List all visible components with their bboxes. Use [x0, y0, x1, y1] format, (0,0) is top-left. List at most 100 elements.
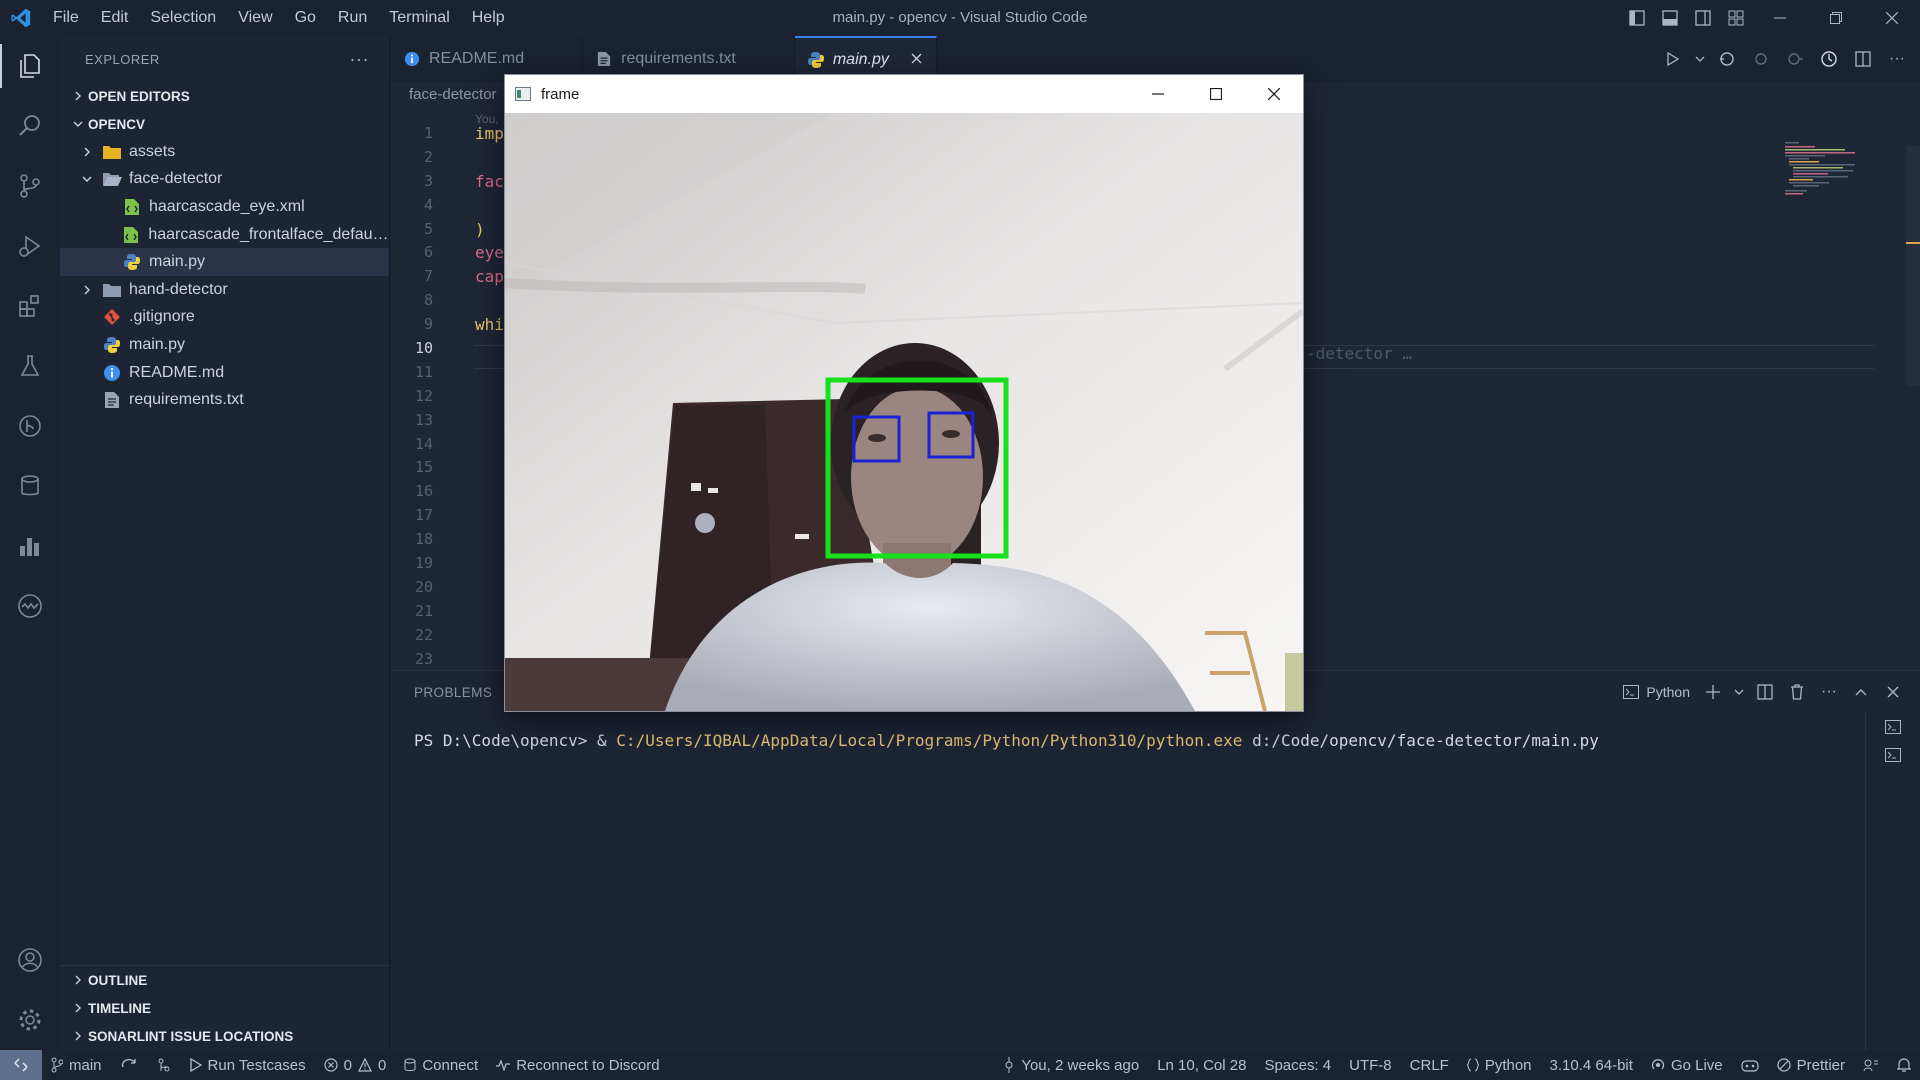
run-python-file-icon[interactable]	[1658, 44, 1688, 74]
menu-help[interactable]: Help	[461, 0, 516, 36]
workspace-root-section[interactable]: OPENCV	[60, 110, 389, 138]
folder-icon	[102, 280, 122, 300]
chevron-down-icon[interactable]	[1692, 44, 1708, 74]
close-panel-icon[interactable]	[1878, 677, 1908, 707]
tree-file[interactable]: .gitignore	[60, 304, 389, 332]
editor-scrollbar[interactable]	[1906, 146, 1920, 386]
menu-run[interactable]: Run	[327, 0, 378, 36]
notifications-bell-icon[interactable]	[1888, 1050, 1920, 1080]
terminal-command-line[interactable]: PS D:\Code\opencv> & C:/Users/IQBAL/AppD…	[414, 731, 1599, 750]
discord-reconnect-button[interactable]: Reconnect to Discord	[487, 1050, 668, 1080]
opencv-frame-window[interactable]: frame	[504, 74, 1304, 712]
git-graph-status-icon[interactable]	[147, 1050, 181, 1080]
tab-problems[interactable]: PROBLEMS	[414, 685, 492, 700]
menu-go[interactable]: Go	[284, 0, 327, 36]
tree-file[interactable]: main.py	[60, 248, 389, 276]
tree-file[interactable]: README.md	[60, 359, 389, 387]
connect-button[interactable]: Connect	[395, 1050, 487, 1080]
language-mode[interactable]: Python	[1458, 1050, 1541, 1080]
live-share-icon[interactable]	[0, 576, 60, 636]
menu-view[interactable]: View	[227, 0, 283, 36]
tree-file[interactable]: haarcascade_eye.xml	[60, 193, 389, 221]
tree-file[interactable]: main.py	[60, 331, 389, 359]
more-actions-icon[interactable]: ···	[1814, 677, 1844, 707]
tree-folder[interactable]: hand-detector	[60, 276, 389, 304]
frame-close-icon[interactable]	[1245, 75, 1303, 113]
cursor-position[interactable]: Ln 10, Col 28	[1148, 1050, 1255, 1080]
restore-window-icon[interactable]	[1808, 0, 1864, 36]
close-window-icon[interactable]	[1864, 0, 1920, 36]
breadcrumb[interactable]: face-detector	[409, 86, 497, 103]
next-change-icon[interactable]	[1780, 44, 1810, 74]
frame-minimize-icon[interactable]	[1129, 75, 1187, 113]
terminal-shell-selector[interactable]: Python	[1617, 677, 1696, 707]
copilot-icon[interactable]	[1732, 1050, 1768, 1080]
indentation[interactable]: Spaces: 4	[1255, 1050, 1340, 1080]
previous-change-icon[interactable]	[1746, 44, 1776, 74]
testing-icon[interactable]	[0, 336, 60, 396]
terminal-instance-icon[interactable]	[1866, 713, 1920, 741]
frame-maximize-icon[interactable]	[1187, 75, 1245, 113]
remote-indicator-icon[interactable]	[0, 1050, 42, 1080]
section-outline[interactable]: OUTLINE	[60, 966, 390, 994]
branch-label: main	[69, 1056, 102, 1074]
close-tab-icon[interactable]	[911, 51, 922, 69]
new-terminal-icon[interactable]	[1698, 677, 1728, 707]
minimap[interactable]	[1785, 140, 1875, 210]
toggle-panel-icon[interactable]	[1653, 0, 1686, 36]
open-editors-section[interactable]: OPEN EDITORS	[60, 82, 389, 110]
title-bar: File Edit Selection View Go Run Terminal Help m…	[0, 0, 1920, 36]
line-number: 13	[414, 410, 433, 429]
go-live-button[interactable]: Go Live	[1642, 1050, 1732, 1080]
sidebar-title: EXPLORER	[85, 51, 160, 67]
source-control-icon[interactable]	[0, 156, 60, 216]
tree-file[interactable]: haarcascade_frontalface_default....	[60, 221, 389, 249]
tree-folder[interactable]: assets	[60, 138, 389, 166]
account-icon[interactable]	[0, 930, 60, 990]
split-terminal-icon[interactable]	[1750, 677, 1780, 707]
timeline-icon[interactable]	[1814, 44, 1844, 74]
text-file-icon	[102, 390, 122, 410]
customize-layout-icon[interactable]	[1719, 0, 1752, 36]
python-interpreter[interactable]: 3.10.4 64-bit	[1541, 1050, 1642, 1080]
blame-status[interactable]: You, 2 weeks ago	[994, 1050, 1148, 1080]
toggle-secondary-sidebar-icon[interactable]	[1686, 0, 1719, 36]
explorer-icon[interactable]	[0, 36, 60, 96]
chart-icon[interactable]	[0, 516, 60, 576]
menu-edit[interactable]: Edit	[90, 0, 140, 36]
branch-status[interactable]: main	[42, 1050, 111, 1080]
more-actions-icon[interactable]: ···	[350, 49, 369, 70]
chevron-down-icon[interactable]	[1730, 677, 1748, 707]
kill-terminal-trash-icon[interactable]	[1782, 677, 1812, 707]
maximize-panel-icon[interactable]	[1846, 677, 1876, 707]
end-of-line[interactable]: CRLF	[1401, 1050, 1458, 1080]
problems-status[interactable]: 0 0	[315, 1050, 396, 1080]
extensions-icon[interactable]	[0, 276, 60, 336]
sync-icon[interactable]	[111, 1050, 147, 1080]
section-timeline[interactable]: TIMELINE	[60, 994, 390, 1022]
menu-file[interactable]: File	[42, 0, 90, 36]
section-sonarlint-issue-locations[interactable]: SONARLINT ISSUE LOCATIONS	[60, 1022, 390, 1050]
settings-gear-icon[interactable]	[0, 990, 60, 1050]
line-number: 12	[414, 386, 433, 405]
database-icon[interactable]	[0, 456, 60, 516]
split-editor-icon[interactable]	[1848, 44, 1878, 74]
run-testcases-button[interactable]: Run Testcases	[181, 1050, 315, 1080]
search-icon[interactable]	[0, 96, 60, 156]
tree-file[interactable]: requirements.txt	[60, 386, 389, 414]
minimize-window-icon[interactable]	[1752, 0, 1808, 36]
feedback-icon[interactable]	[1854, 1050, 1888, 1080]
git-graph-icon[interactable]	[0, 396, 60, 456]
run-debug-icon[interactable]	[0, 216, 60, 276]
prettier-status[interactable]: Prettier	[1768, 1050, 1854, 1080]
menu-terminal[interactable]: Terminal	[378, 0, 460, 36]
toggle-primary-sidebar-icon[interactable]	[1620, 0, 1653, 36]
terminal-instance-icon[interactable]	[1866, 741, 1920, 769]
tab-label: requirements.txt	[621, 50, 736, 67]
git-compare-icon[interactable]	[1712, 44, 1742, 74]
tree-folder[interactable]: face-detector	[60, 166, 389, 194]
menu-selection[interactable]: Selection	[139, 0, 227, 36]
more-actions-icon[interactable]: ···	[1882, 44, 1912, 74]
encoding[interactable]: UTF-8	[1340, 1050, 1401, 1080]
line-number: 11	[414, 362, 433, 381]
